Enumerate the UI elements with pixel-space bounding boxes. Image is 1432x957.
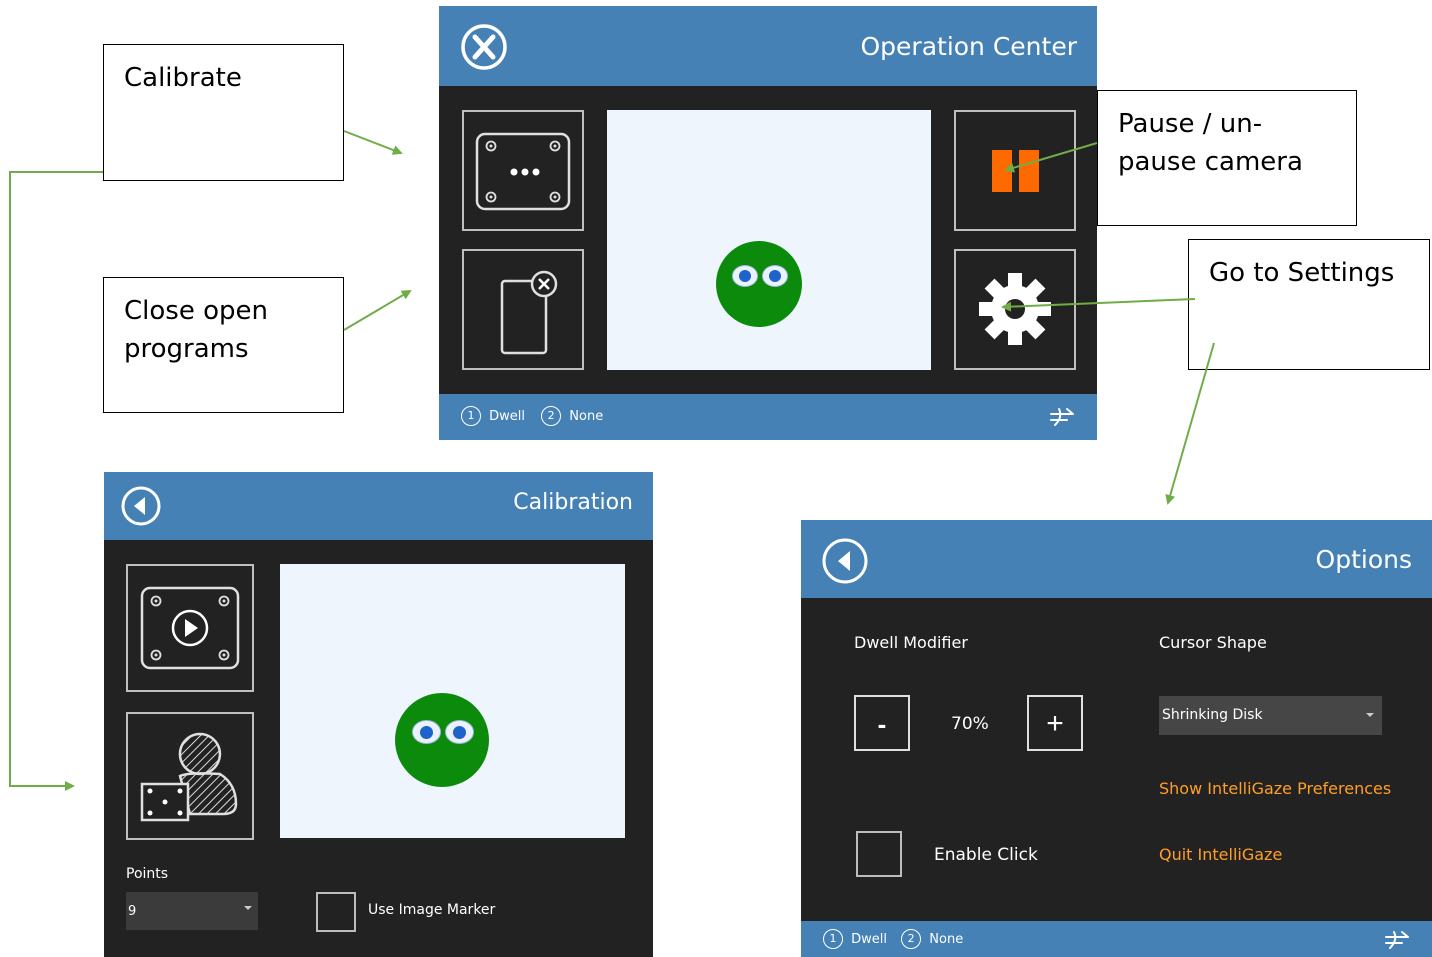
mode1-label[interactable]: Dwell bbox=[851, 932, 887, 947]
operation-center-header: Operation Center bbox=[439, 6, 1097, 86]
settings-callout: Go to Settings bbox=[1188, 239, 1430, 370]
operation-center-window: Operation Center 1 Dwell 2 None bbox=[439, 6, 1097, 440]
cursor-shape-value: Shrinking Disk bbox=[1162, 707, 1263, 723]
image-marker-checkbox[interactable] bbox=[316, 892, 356, 932]
mode2-label[interactable]: None bbox=[569, 409, 603, 424]
page-title: Options bbox=[1315, 545, 1412, 574]
enable-click-label: Enable Click bbox=[934, 845, 1038, 865]
back-arrow-icon[interactable] bbox=[821, 537, 869, 585]
image-marker-label: Use Image Marker bbox=[368, 902, 496, 918]
calibrate-callout: Calibrate bbox=[103, 44, 344, 181]
calibration-play-icon bbox=[140, 586, 240, 670]
show-preferences-link[interactable]: Show IntelliGaze Preferences bbox=[1159, 779, 1391, 798]
mode2-number: 2 bbox=[901, 929, 922, 949]
options-window: Options Dwell Modifier Cursor Shape - 70… bbox=[801, 520, 1432, 957]
calibration-header: Calibration bbox=[104, 472, 653, 540]
dwell-increase-button[interactable]: + bbox=[1027, 695, 1083, 751]
gaze-hand-icon[interactable] bbox=[1384, 929, 1412, 951]
close-x-circle-icon[interactable] bbox=[461, 24, 507, 70]
mode1-number: 1 bbox=[461, 406, 481, 426]
status-footer: 1 Dwell 2 None bbox=[801, 921, 1432, 957]
gear-icon bbox=[979, 273, 1051, 345]
chevron-down-icon bbox=[244, 906, 252, 910]
close-programs-callout: Close open programs bbox=[103, 277, 344, 413]
enable-click-checkbox[interactable] bbox=[856, 831, 902, 877]
mode2-label[interactable]: None bbox=[929, 932, 963, 947]
dwell-modifier-label: Dwell Modifier bbox=[854, 633, 968, 652]
close-programs-tile[interactable] bbox=[462, 249, 584, 370]
settings-tile[interactable] bbox=[954, 249, 1076, 370]
user-calibration-icon bbox=[140, 732, 238, 822]
calibrate-tile[interactable] bbox=[462, 110, 584, 231]
calibrate-arrow bbox=[343, 130, 403, 155]
mode1-label[interactable]: Dwell bbox=[489, 409, 525, 424]
close-programs-icon bbox=[500, 270, 558, 355]
page-title: Calibration bbox=[513, 490, 633, 515]
mode1-number: 1 bbox=[823, 929, 843, 949]
eye-tracking-face-icon bbox=[395, 693, 489, 787]
points-select[interactable]: 9 bbox=[126, 892, 258, 930]
calibration-connector bbox=[9, 171, 103, 791]
calibration-grid-icon bbox=[475, 132, 571, 211]
pause-camera-tile[interactable] bbox=[954, 110, 1076, 231]
mode2-number: 2 bbox=[541, 406, 562, 426]
eye-tracking-face-icon bbox=[716, 241, 802, 327]
chevron-down-icon bbox=[1366, 713, 1374, 717]
pause-icon bbox=[992, 150, 1039, 192]
pause-callout: Pause / un-pause camera bbox=[1097, 90, 1357, 226]
dwell-decrease-button[interactable]: - bbox=[854, 695, 910, 751]
user-calibration-tile[interactable] bbox=[126, 712, 254, 840]
back-arrow-icon[interactable] bbox=[120, 485, 162, 527]
close-programs-arrow bbox=[343, 289, 412, 331]
start-calibration-tile[interactable] bbox=[126, 564, 254, 692]
camera-preview bbox=[607, 110, 931, 370]
cursor-shape-label: Cursor Shape bbox=[1159, 633, 1267, 652]
camera-preview bbox=[280, 564, 625, 838]
gaze-hand-icon[interactable] bbox=[1049, 406, 1077, 428]
cursor-shape-select[interactable]: Shrinking Disk bbox=[1159, 696, 1382, 735]
options-header: Options bbox=[801, 520, 1432, 598]
calibration-window: Calibration Points 9 Use Image Marker bbox=[104, 472, 653, 957]
quit-link[interactable]: Quit IntelliGaze bbox=[1159, 845, 1282, 864]
page-title: Operation Center bbox=[860, 32, 1077, 61]
status-footer: 1 Dwell 2 None bbox=[439, 394, 1097, 440]
points-label: Points bbox=[126, 866, 169, 882]
dwell-value: 70% bbox=[951, 714, 989, 734]
points-value: 9 bbox=[128, 904, 137, 919]
